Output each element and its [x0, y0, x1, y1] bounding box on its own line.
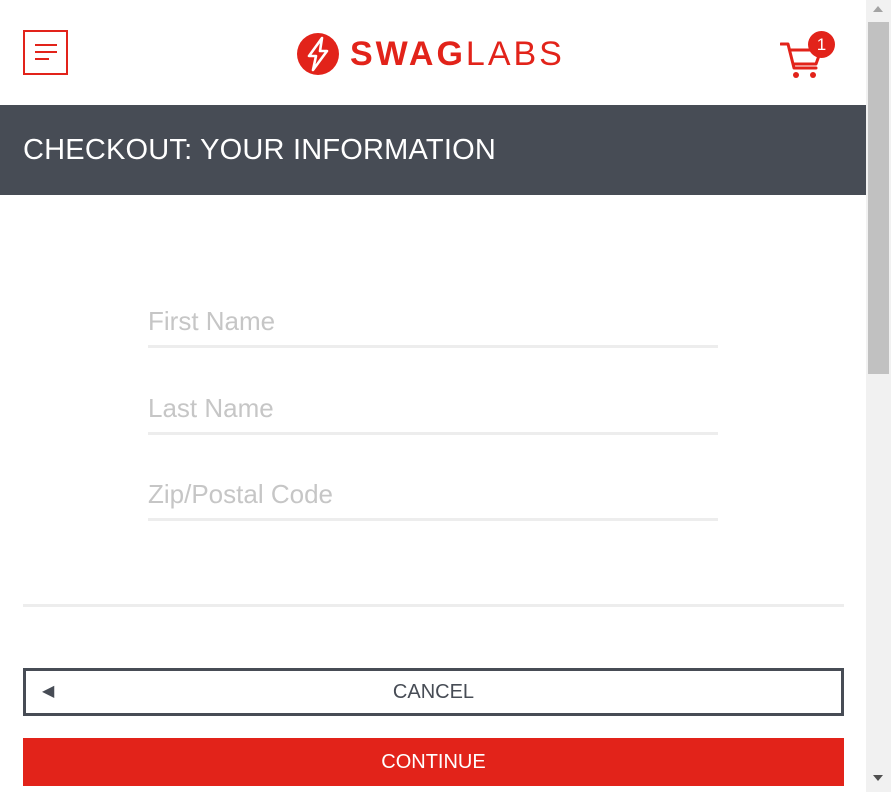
secondary-header: CHECKOUT: YOUR INFORMATION [0, 105, 866, 195]
app-logo: SWAGLABS [296, 32, 565, 76]
vertical-scrollbar[interactable] [866, 0, 891, 792]
menu-button[interactable] [23, 30, 68, 75]
swag-labs-logo-icon [297, 33, 339, 75]
cancel-button-label: CANCEL [392, 681, 475, 703]
hamburger-menu-icon [35, 44, 57, 46]
left-arrow-icon: ◀ [42, 683, 55, 700]
app-viewport: SWAGLABS 1 CHECKOUT: YOUR INFORMATION ◀ … [0, 0, 866, 792]
logo-labs-text: LABS [465, 35, 565, 73]
scroll-down-arrow-icon[interactable] [873, 775, 883, 781]
logo-swag-text: SWAG [350, 35, 466, 73]
first-name-field[interactable] [148, 298, 718, 348]
hamburger-menu-icon-bar [35, 51, 57, 53]
logo-wordmark: SWAGLABS [350, 32, 565, 76]
cart-badge: 1 [808, 31, 835, 58]
last-name-field[interactable] [148, 385, 718, 435]
continue-button-label: CONTINUE [381, 751, 486, 773]
scrollbar-thumb[interactable] [868, 22, 889, 374]
form-divider [23, 604, 844, 607]
scroll-up-arrow-icon[interactable] [873, 6, 883, 12]
cancel-button[interactable]: ◀ CANCEL [23, 668, 844, 716]
shopping-cart-link[interactable]: 1 [780, 31, 835, 82]
primary-header: SWAGLABS 1 [0, 0, 866, 105]
page-title: CHECKOUT: YOUR INFORMATION [23, 134, 496, 166]
continue-button[interactable]: CONTINUE [23, 738, 844, 786]
postal-code-field[interactable] [148, 471, 718, 521]
hamburger-menu-icon-bar [35, 58, 49, 60]
